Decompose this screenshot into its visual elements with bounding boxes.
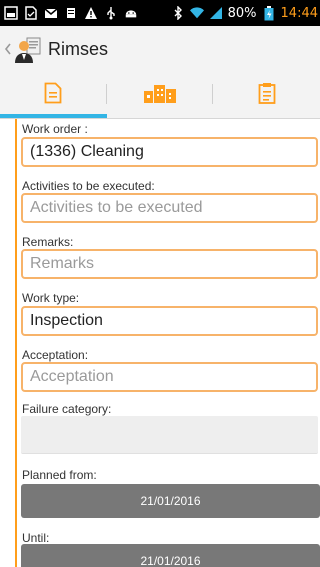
document-icon	[24, 6, 38, 20]
clipboard-icon	[258, 82, 276, 109]
gmail-icon	[44, 6, 58, 20]
until-date-button[interactable]: 21/01/2016	[21, 544, 320, 567]
failure-category-label: Failure category:	[22, 402, 112, 416]
android-debug-icon	[124, 6, 138, 20]
acceptation-label: Acceptation:	[22, 348, 89, 362]
planned-from-label: Planned from:	[22, 468, 97, 482]
status-system: 80% 14:44	[171, 0, 318, 26]
work-type-field[interactable]: Inspection	[21, 306, 318, 336]
back-chevron-icon[interactable]	[4, 40, 12, 58]
tab-bar	[0, 72, 320, 118]
storage-icon	[64, 6, 78, 20]
work-order-field[interactable]: (1336) Cleaning	[21, 137, 318, 167]
tab-locations[interactable]	[107, 72, 214, 118]
battery-icon	[262, 5, 276, 20]
work-type-label: Work type:	[22, 291, 80, 305]
tab-checklist[interactable]	[213, 72, 320, 118]
signal-icon	[209, 6, 223, 20]
clock: 14:44	[280, 5, 318, 21]
work-order-form: Work order : (1336) Cleaning Activities …	[0, 119, 320, 567]
app-logo-icon[interactable]	[14, 36, 41, 63]
failure-category-select[interactable]	[21, 416, 318, 454]
tab-form[interactable]	[0, 72, 107, 118]
work-order-label: Work order :	[22, 122, 88, 136]
activities-label: Activities to be executed:	[22, 179, 155, 193]
remarks-field[interactable]: Remarks	[21, 249, 318, 279]
battery-percent: 80%	[227, 5, 257, 21]
screenshot-icon	[4, 6, 18, 20]
status-notifications	[4, 0, 138, 26]
bluetooth-icon	[171, 6, 185, 20]
activities-field[interactable]: Activities to be executed	[21, 193, 318, 223]
action-bar: Rimses	[0, 26, 320, 72]
remarks-label: Remarks:	[22, 235, 74, 249]
status-bar: 80% 14:44	[0, 0, 320, 26]
document-icon	[44, 82, 62, 109]
planned-from-date-button[interactable]: 21/01/2016	[21, 484, 320, 518]
wifi-icon	[189, 6, 204, 20]
acceptation-field[interactable]: Acceptation	[21, 362, 318, 392]
form-accent-line	[15, 119, 17, 567]
usb-icon	[104, 6, 118, 20]
until-label: Until:	[22, 531, 50, 545]
warning-icon	[84, 6, 98, 20]
buildings-icon	[144, 83, 176, 108]
app-title: Rimses	[48, 38, 109, 59]
